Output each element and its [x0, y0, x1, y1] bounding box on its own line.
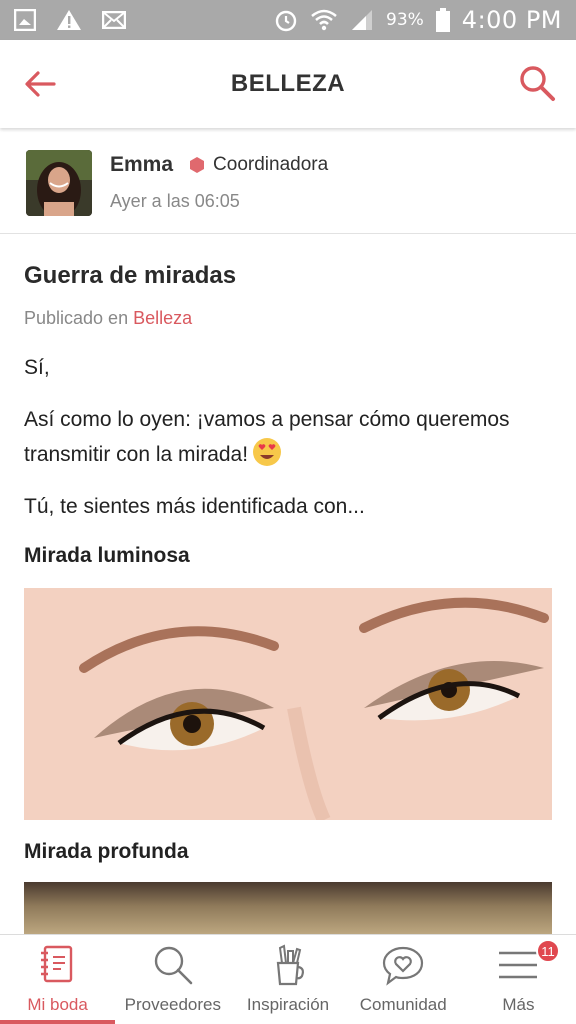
nav-label: Proveedores — [124, 995, 221, 1014]
nav-label: Más — [502, 995, 535, 1014]
menu-icon — [499, 951, 538, 979]
post-author: Emma Coordinadora Ayer a las 06:05 — [0, 132, 576, 234]
post-category-link[interactable]: Belleza — [133, 308, 192, 328]
nav-label: Comunidad — [359, 995, 447, 1014]
pencil-cup-icon — [276, 944, 304, 986]
page-title: BELLEZA — [230, 70, 346, 97]
post-body: Guerra de miradas Publicado en Belleza S… — [24, 236, 554, 942]
warning-icon — [57, 10, 81, 30]
post-meta-prefix: Publicado en — [24, 308, 129, 328]
eye-photo-illustration — [24, 588, 552, 820]
avatar-photo — [26, 149, 92, 216]
battery-percent: 93% — [386, 10, 424, 30]
nav-inspiracion[interactable]: Inspiración — [230, 935, 345, 1024]
nav-mi-boda[interactable]: Mi boda — [0, 935, 116, 1024]
alarm-icon — [275, 10, 297, 32]
nav-mas[interactable]: 11 Más — [461, 935, 576, 1024]
post-title: Guerra de miradas — [24, 262, 237, 289]
search-icon[interactable] — [518, 64, 556, 102]
paragraph: Tú, te sientes más identificada con... — [24, 495, 365, 518]
paragraph: Sí, — [24, 356, 50, 379]
eye-photo-luminous[interactable] — [24, 588, 552, 820]
nav-label: Mi boda — [27, 995, 88, 1014]
status-bar: 93% 4:00 PM — [0, 0, 576, 40]
battery-icon — [435, 8, 450, 32]
post-meta: Publicado en Belleza — [24, 308, 554, 329]
gallery-icon — [14, 9, 36, 31]
bottom-navigation: Mi boda Proveedores Inspiración Comunida… — [0, 934, 576, 1024]
arrow-left-icon[interactable] — [22, 66, 58, 102]
top-app-bar: BELLEZA — [0, 40, 576, 128]
coordinator-badge-icon — [190, 157, 205, 173]
post-timestamp: Ayer a las 06:05 — [110, 191, 240, 211]
author-name[interactable]: Emma — [110, 153, 173, 177]
notification-badge: 11 — [536, 939, 561, 963]
eye-photo-deep[interactable] — [24, 882, 552, 942]
signal-icon — [352, 10, 372, 30]
notebook-icon — [40, 945, 72, 983]
search-icon — [154, 946, 193, 985]
nav-label: Inspiración — [246, 995, 330, 1014]
nav-comunidad[interactable]: Comunidad — [346, 935, 461, 1024]
nav-proveedores[interactable]: Proveedores — [115, 935, 230, 1024]
paragraph: Así como lo oyen: ¡vamos a pensar cómo q… — [24, 403, 554, 472]
chat-heart-icon — [383, 946, 424, 986]
wifi-icon — [311, 9, 337, 31]
mail-icon — [102, 11, 126, 29]
author-role: Coordinadora — [213, 154, 329, 175]
section-heading: Mirada profunda — [24, 840, 189, 863]
section-heading: Mirada luminosa — [24, 544, 190, 567]
clock: 4:00 PM — [461, 6, 562, 34]
heart-eyes-emoji-icon — [253, 438, 282, 466]
avatar[interactable] — [26, 149, 92, 216]
